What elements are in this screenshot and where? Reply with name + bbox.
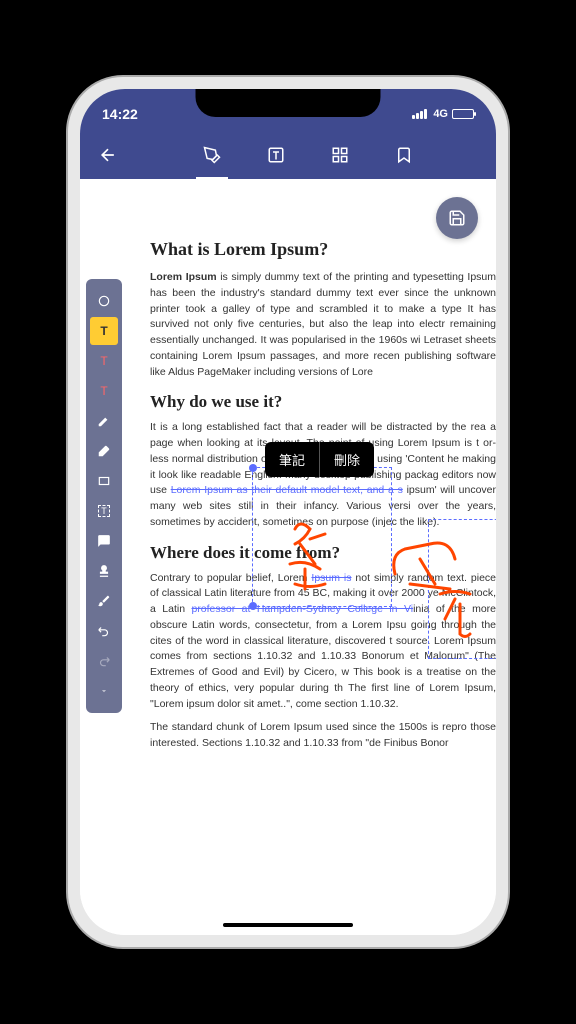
tool-circle[interactable] — [90, 287, 118, 315]
annotation-toolbar: T T T T — [86, 279, 122, 713]
context-menu: 筆記 刪除 — [265, 442, 374, 477]
phone-frame: 14:22 4G — [68, 77, 508, 947]
doc-heading-3: Where does it come from? — [150, 543, 496, 563]
tab-grid[interactable] — [324, 139, 356, 171]
tool-brush[interactable] — [90, 587, 118, 615]
back-button[interactable] — [92, 139, 124, 171]
tool-stamp[interactable] — [90, 557, 118, 585]
tool-expand[interactable] — [90, 677, 118, 705]
status-right: 4G — [412, 100, 474, 120]
doc-heading-2: Why do we use it? — [150, 392, 496, 412]
tool-redo[interactable] — [90, 647, 118, 675]
doc-para-3: Contrary to popular belief, Lorem Ipsum … — [150, 571, 496, 713]
doc-heading-1: What is Lorem Ipsum? — [150, 239, 496, 260]
notch — [196, 89, 381, 117]
save-button[interactable] — [436, 197, 478, 239]
top-nav — [80, 131, 496, 179]
tool-eraser[interactable] — [90, 437, 118, 465]
tool-rectangle[interactable] — [90, 467, 118, 495]
tab-text[interactable] — [260, 139, 292, 171]
phone-screen: 14:22 4G — [80, 89, 496, 935]
menu-delete[interactable]: 刪除 — [319, 442, 374, 477]
tool-text-red1[interactable]: T — [90, 347, 118, 375]
document[interactable]: What is Lorem Ipsum? Lorem Ipsum is simp… — [130, 179, 496, 935]
tool-undo[interactable] — [90, 617, 118, 645]
tool-textbox[interactable]: T — [90, 497, 118, 525]
doc-para-4: The standard chunk of Lorem Ipsum used s… — [150, 720, 496, 752]
menu-note[interactable]: 筆記 — [265, 442, 319, 477]
status-time: 14:22 — [102, 98, 138, 122]
home-indicator[interactable] — [223, 923, 353, 927]
battery-icon — [452, 109, 474, 119]
tab-annotate[interactable] — [196, 139, 228, 171]
tool-text-red2[interactable]: T — [90, 377, 118, 405]
tab-bookmark[interactable] — [388, 139, 420, 171]
network-type: 4G — [433, 108, 448, 120]
signal-icon — [412, 109, 427, 119]
tool-highlight-text[interactable]: T — [90, 317, 118, 345]
doc-para-1: Lorem Ipsum is simply dummy text of the … — [150, 270, 496, 380]
tool-comment[interactable] — [90, 527, 118, 555]
tool-pencil[interactable] — [90, 407, 118, 435]
content-area: T T T T What is Lorem Ipsum? Lorem Ipsum… — [80, 179, 496, 935]
